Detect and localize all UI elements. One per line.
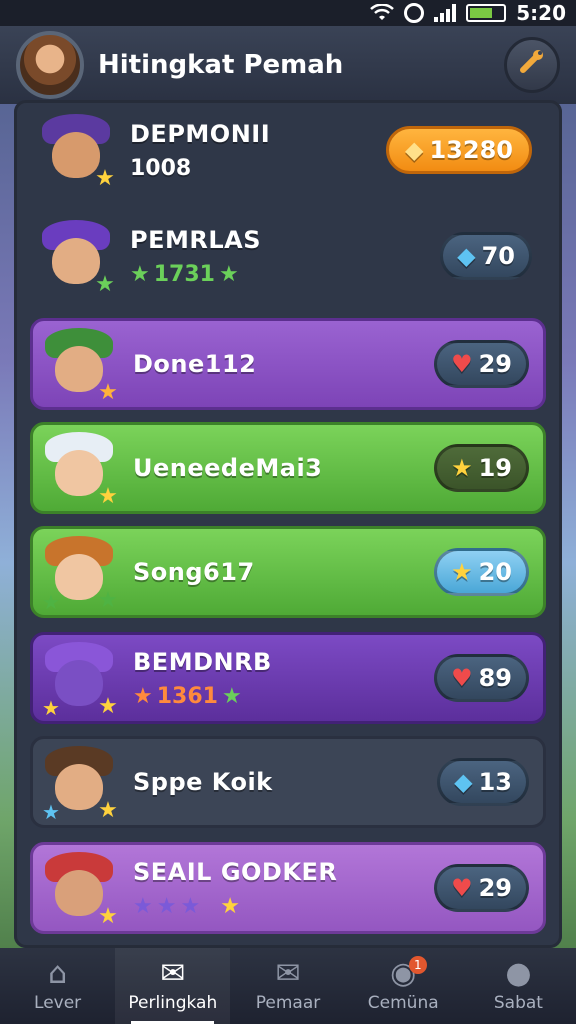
player-name: DEPMONII [130,119,271,148]
score-badge: ♥ 29 [434,340,529,388]
character-avatar: ★ ★ [41,744,118,822]
player-name: Sppe Koik [133,768,273,796]
score-badge: ◆ 70 [440,232,532,280]
wrench-icon [517,46,547,84]
star-badge-icon: ★ [95,166,115,191]
player-name: SEAIL GODKER [133,857,338,886]
wifi-icon [370,4,395,22]
nav-item-cemuna[interactable]: ◉ 1 Cemüna [346,948,461,1024]
heart-icon: ♥ [451,664,473,692]
star-icon: ★ [451,558,473,586]
character-avatar: ★ [38,218,115,296]
player-name: Song617 [133,558,255,586]
star-badge-icon: ★ [98,798,118,823]
player-name: BEMDNRB [133,647,272,676]
character-avatar: ★ [41,326,118,404]
signal-icon [434,4,457,22]
list-item[interactable]: ★ SEAIL GODKER ★ ★ ★ ★ ♥ 29 [30,842,546,934]
list-item[interactable]: ★ UeneedeMai3 ★ 19 [30,422,546,514]
heart-icon: ♥ [451,350,473,378]
gem-icon: ◆ [457,242,476,270]
character-avatar: ★ [38,112,115,190]
star-badge-icon: ★ [42,590,60,614]
player-name: PEMRLAS [130,225,261,254]
score-badge: ◆ 13280 [386,126,532,174]
star-icon: ★ [133,683,153,709]
score-badge: ♥ 89 [434,654,529,702]
star-badge-icon: ★ [42,800,60,824]
star-rating: ★ ★ ★ ★ [133,894,434,919]
character-avatar: ★ ★ [41,640,118,718]
status-time: 5:20 [516,1,566,25]
nav-item-sabat[interactable]: ● Sabat [461,948,576,1024]
list-item[interactable]: ★ Done112 ♥ 29 [30,318,546,410]
star-icon: ★ [156,893,177,919]
score-badge: ◆ 13 [437,758,529,806]
star-badge-icon: ★ [98,484,118,509]
player-name: Done112 [133,350,257,378]
score-badge: ★ 20 [434,548,529,596]
star-icon: ★ [451,454,473,482]
star-icon: ★ [218,261,239,287]
list-item[interactable]: ★ PEMRLAS ★ 1731 ★ ◆ 70 [30,210,546,302]
score-badge: ♥ 29 [434,864,529,912]
star-rating: ★ 1361 ★ [133,683,242,709]
star-badge-icon: ★ [42,696,60,720]
star-badge-icon: ★ [98,588,118,613]
character-avatar: ★ [41,430,118,508]
alarm-icon [404,3,425,23]
star-badge-icon: ★ [98,694,118,719]
star-icon: ★ [180,893,201,919]
header: Hitingkat Pemah [0,26,576,104]
shield-icon: ◆ [405,136,424,164]
heart-icon: ♥ [451,874,473,902]
list-item[interactable]: ★ ★ BEMDNRB ★ 1361 ★ ♥ 89 [30,632,546,724]
star-badge-icon: ★ [98,380,118,405]
star-icon: ★ [133,893,153,919]
character-avatar: ★ ★ [41,534,118,612]
page-title: Hitingkat Pemah [98,50,344,80]
player-avatar[interactable] [16,31,84,99]
character-avatar: ★ [41,850,118,928]
notification-badge: 1 [408,956,427,974]
nav-item-perlingkah[interactable]: ✉ Perlingkah [115,948,231,1024]
star-icon: ★ [220,893,240,919]
star-badge-icon: ★ [98,904,118,929]
player-sub: 1008 [130,155,192,181]
gem-icon: ◆ [454,768,473,796]
list-item[interactable]: ★ ★ Song617 ★ 20 [30,526,546,618]
nav-item-pemaar[interactable]: ✉ Pemaar [230,948,345,1024]
profile-icon: ● [505,956,532,991]
inbox-icon: ✉ [275,956,301,991]
battery-icon [466,4,507,22]
leaderboard-panel: ★ DEPMONII 1008 ◆ 13280 ★ PEMRLAS ★ 1731… [14,100,562,948]
home-icon: ⌂ [48,956,68,991]
mail-icon: ✉ [160,956,186,991]
nav-item-lever[interactable]: ⌂ Lever [0,948,115,1024]
tools-button[interactable] [504,37,560,93]
status-bar: 5:20 [0,0,576,26]
star-icon: ★ [221,683,242,709]
star-rating: ★ 1731 ★ [130,261,239,287]
score-badge: ★ 19 [434,444,529,492]
star-icon: ★ [130,261,150,287]
star-badge-icon: ★ [95,272,115,297]
bottom-nav: ⌂ Lever ✉ Perlingkah ✉ Pemaar ◉ 1 Cemüna… [0,948,576,1024]
player-name: UeneedeMai3 [133,454,323,482]
list-item[interactable]: ★ ★ Sppe Koik ◆ 13 [30,736,546,828]
list-item[interactable]: ★ DEPMONII 1008 ◆ 13280 [30,104,546,196]
